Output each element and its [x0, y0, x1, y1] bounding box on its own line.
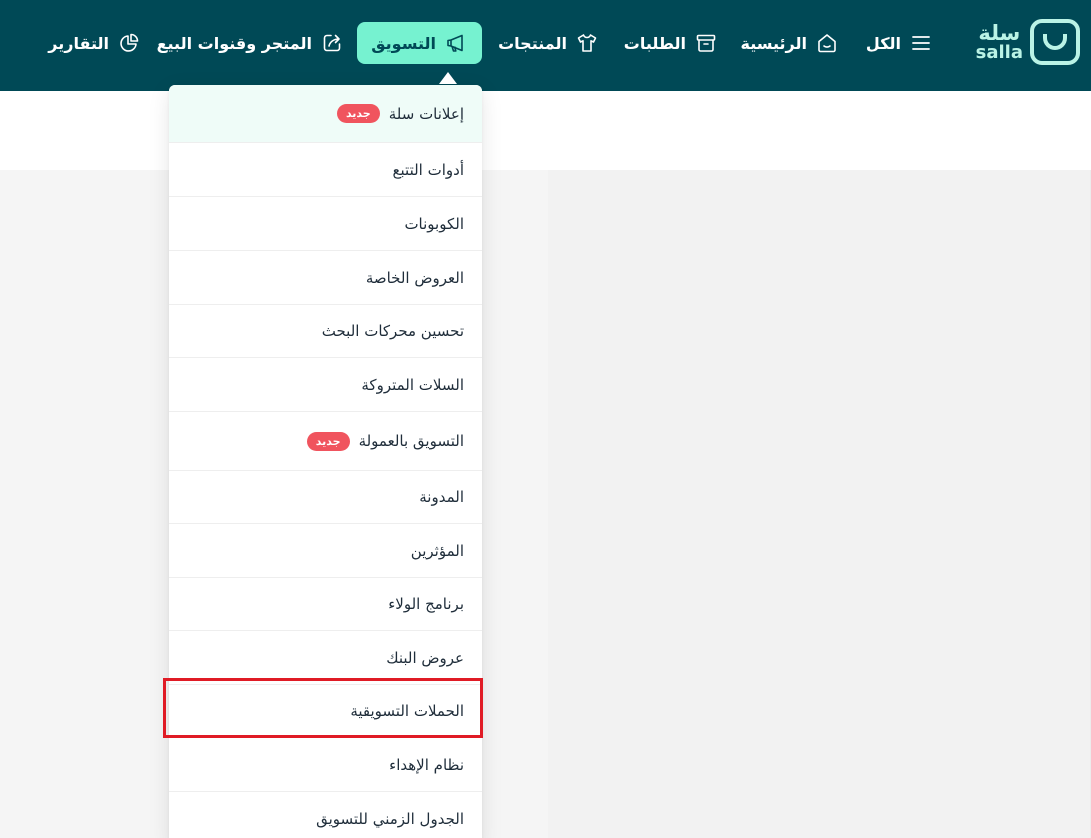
menu-item-label: المؤثرين: [410, 541, 464, 560]
nav-all-label: الكل: [865, 33, 901, 53]
nav-reports[interactable]: التقارير: [48, 22, 141, 64]
menu-item-label: المدونة: [419, 488, 464, 506]
menu-item-label: الكوبونات: [404, 214, 464, 233]
home-icon: [818, 34, 836, 53]
menu-item-loyalty-program[interactable]: برنامج الولاء: [169, 578, 482, 631]
nav-products[interactable]: المنتجات: [498, 22, 599, 64]
nav-store-channels[interactable]: المتجر وقنوات البيع: [157, 22, 344, 64]
menu-item-marketing-campaigns[interactable]: الحملات التسويقية: [169, 685, 482, 738]
menu-item-label: إعلانات سلة: [388, 104, 464, 123]
nav-orders[interactable]: الطلبات: [624, 22, 718, 64]
menu-item-label: أدوات التتبع: [392, 160, 464, 179]
nav-store-channels-label: المتجر وقنوات البيع: [156, 33, 312, 53]
menu-item-label: التسويق بالعمولة: [358, 432, 464, 450]
nav-home[interactable]: الرئيسية: [741, 22, 840, 64]
logo-text: سلة salla: [976, 22, 1023, 62]
menu-item-label: عروض البنك: [386, 648, 464, 667]
megaphone-icon: [447, 34, 463, 52]
menu-item-abandoned-carts[interactable]: السلات المتروكة: [169, 358, 482, 412]
content-panel: [548, 170, 1091, 838]
menu-item-tracking-tools[interactable]: أدوات التتبع: [169, 143, 482, 197]
menu-item-seo[interactable]: تحسين محركات البحث: [169, 305, 482, 358]
marketing-dropdown-menu: إعلانات سلة جديد أدوات التتبع الكوبونات …: [169, 85, 482, 838]
menu-item-label: نظام الإهداء: [389, 755, 464, 774]
nav-marketing-label: التسويق: [371, 33, 436, 53]
nav-home-label: الرئيسية: [740, 33, 808, 53]
new-badge: جديد: [306, 431, 350, 451]
menu-item-blog[interactable]: المدونة: [169, 471, 482, 524]
share-arrow-icon: [323, 34, 341, 52]
logo-arabic: سلة: [978, 21, 1021, 45]
dropdown-caret: [439, 72, 457, 84]
menu-item-gifting-system[interactable]: نظام الإهداء: [169, 738, 482, 792]
archive-box-icon: [696, 34, 716, 52]
menu-icon: [912, 36, 930, 50]
new-badge: جديد: [336, 104, 380, 123]
menu-item-salla-ads[interactable]: إعلانات سلة جديد: [169, 85, 482, 143]
nav-marketing[interactable]: التسويق: [357, 22, 482, 64]
menu-item-label: السلات المتروكة: [361, 375, 464, 394]
pie-chart-icon: [120, 33, 139, 52]
app-screen: سلة salla الكل الرئيسية الطلبات المنتجات…: [0, 0, 1091, 838]
menu-item-influencers[interactable]: المؤثرين: [169, 524, 482, 578]
menu-item-affiliate-marketing[interactable]: التسويق بالعمولة جديد: [169, 412, 482, 471]
top-navbar: سلة salla الكل الرئيسية الطلبات المنتجات…: [0, 0, 1091, 91]
menu-item-marketing-calendar[interactable]: الجدول الزمني للتسويق: [169, 792, 482, 838]
menu-item-bank-offers[interactable]: عروض البنك: [169, 631, 482, 685]
salla-logo[interactable]: سلة salla: [976, 19, 1080, 65]
menu-item-label: برنامج الولاء: [388, 595, 464, 613]
nav-products-label: المنتجات: [498, 33, 567, 53]
page-header-area: [0, 91, 1091, 170]
menu-item-special-offers[interactable]: العروض الخاصة: [169, 251, 482, 305]
menu-item-label: الحملات التسويقية: [350, 702, 464, 720]
menu-item-coupons[interactable]: الكوبونات: [169, 197, 482, 251]
menu-item-label: العروض الخاصة: [365, 268, 464, 287]
menu-item-label: الجدول الزمني للتسويق: [316, 809, 464, 828]
nav-reports-label: التقارير: [48, 33, 109, 53]
logo-latin: salla: [975, 42, 1023, 63]
nav-all[interactable]: الكل: [866, 22, 933, 64]
salla-bag-icon: [1030, 19, 1080, 65]
menu-item-label: تحسين محركات البحث: [321, 322, 464, 340]
nav-orders-label: الطلبات: [623, 33, 686, 53]
tshirt-icon: [577, 34, 597, 52]
